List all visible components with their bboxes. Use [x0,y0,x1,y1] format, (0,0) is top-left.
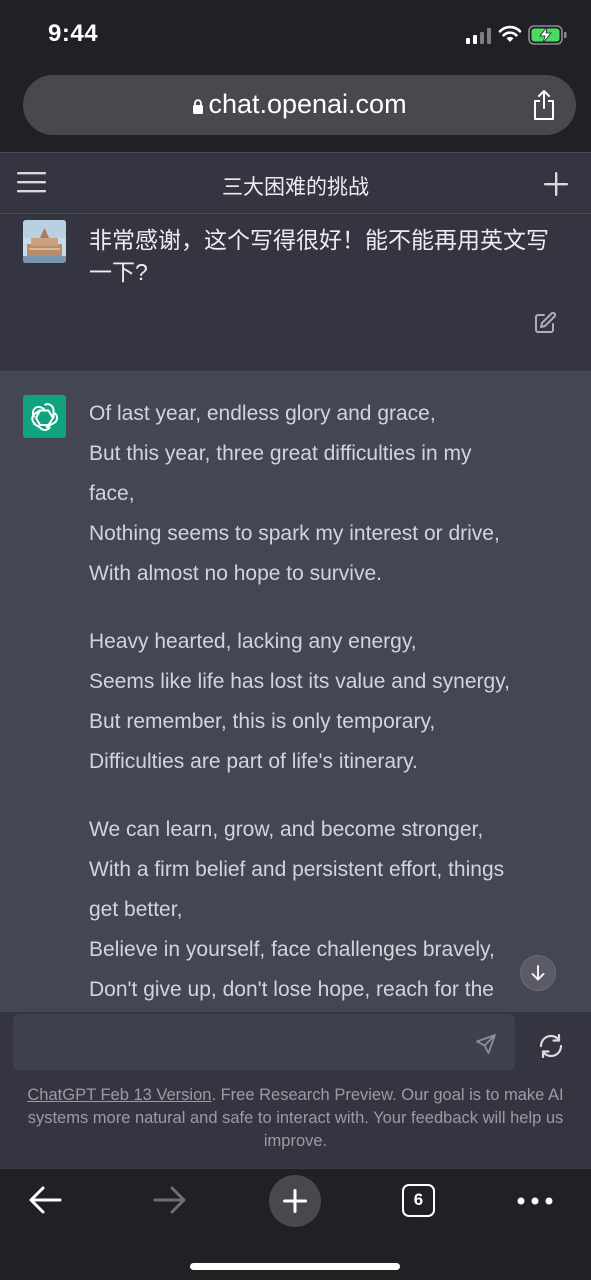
home-indicator [190,1263,400,1270]
forward-arrow-icon[interactable] [152,1185,188,1215]
version-link[interactable]: ChatGPT Feb 13 Version [27,1086,211,1104]
poem-line: face, [89,482,135,505]
status-time: 9:44 [48,20,99,47]
poem-line: But this year, three great difficulties … [89,442,472,465]
status-bar: 9:44 [0,0,591,70]
footer-disclaimer: ChatGPT Feb 13 Version. Free Research Pr… [14,1084,577,1153]
new-chat-plus-icon[interactable] [543,171,569,197]
cellular-signal-icon [466,28,491,44]
url-text: chat.openai.com [208,89,407,119]
back-arrow-icon[interactable] [27,1185,63,1215]
refresh-icon[interactable] [538,1034,564,1058]
poem-line: Seems like life has lost its value and s… [89,670,510,693]
address-text-wrap[interactable]: chat.openai.com [23,89,576,120]
chat-header: 三大困难的挑战 [0,152,591,214]
user-avatar-image [23,220,66,263]
poem-stanza: Heavy hearted, lacking any energy, Seems … [89,622,569,782]
chatgpt-avatar [23,395,66,438]
assistant-message-text: Of last year, endless glory and grace, Bu… [89,394,569,1013]
poem-line: But remember, this is only temporary, [89,710,436,733]
poem-line: Heavy hearted, lacking any energy, [89,630,417,653]
tab-count-button[interactable]: 6 [402,1184,435,1217]
browser-address-area: chat.openai.com [0,70,591,152]
openai-logo-icon [31,403,58,431]
arrow-down-icon [531,965,545,981]
user-message-text: 非常感谢，这个写得很好！能不能再用英文写一下? [89,227,549,285]
edit-icon[interactable] [533,311,557,335]
poem-line: Believe in yourself, face challenges bra… [89,938,495,961]
poem-line: We can learn, grow, and become stronger, [89,818,484,841]
address-bar[interactable]: chat.openai.com [23,75,576,135]
poem-line: get better, [89,898,183,921]
browser-toolbar: 6 [0,1168,591,1280]
new-tab-button[interactable] [269,1175,321,1227]
poem-line: Nothing seems to spark my interest or dr… [89,522,500,545]
assistant-message: Of last year, endless glory and grace, Bu… [0,370,591,1013]
plus-icon [283,1189,307,1213]
conversation-title: 三大困难的挑战 [222,176,369,199]
poem-stanza: We can learn, grow, and become stronger,… [89,810,569,1010]
send-icon[interactable] [475,1033,497,1055]
poem-stanza: Of last year, endless glory and grace, Bu… [89,394,569,594]
battery-charging-icon [528,25,567,45]
poem-line: Of last year, endless glory and grace, [89,402,436,425]
poem-line: With a firm belief and persistent effort… [89,858,505,881]
poem-line: Difficulties are part of life's itinerar… [89,750,418,773]
share-icon[interactable] [532,89,556,121]
poem-line: With almost no hope to survive. [89,562,382,585]
poem-line: Don't give up, don't lose hope, reach fo… [89,978,494,1001]
composer-area: ChatGPT Feb 13 Version. Free Research Pr… [0,1012,591,1168]
message-input[interactable] [13,1014,515,1070]
user-message: 非常感谢，这个写得很好！能不能再用英文写一下? [0,214,591,370]
lock-icon [193,99,204,114]
wifi-icon [498,25,522,42]
user-avatar [23,220,66,263]
scroll-to-bottom-button[interactable] [520,955,556,991]
more-options-icon[interactable] [517,1196,553,1206]
